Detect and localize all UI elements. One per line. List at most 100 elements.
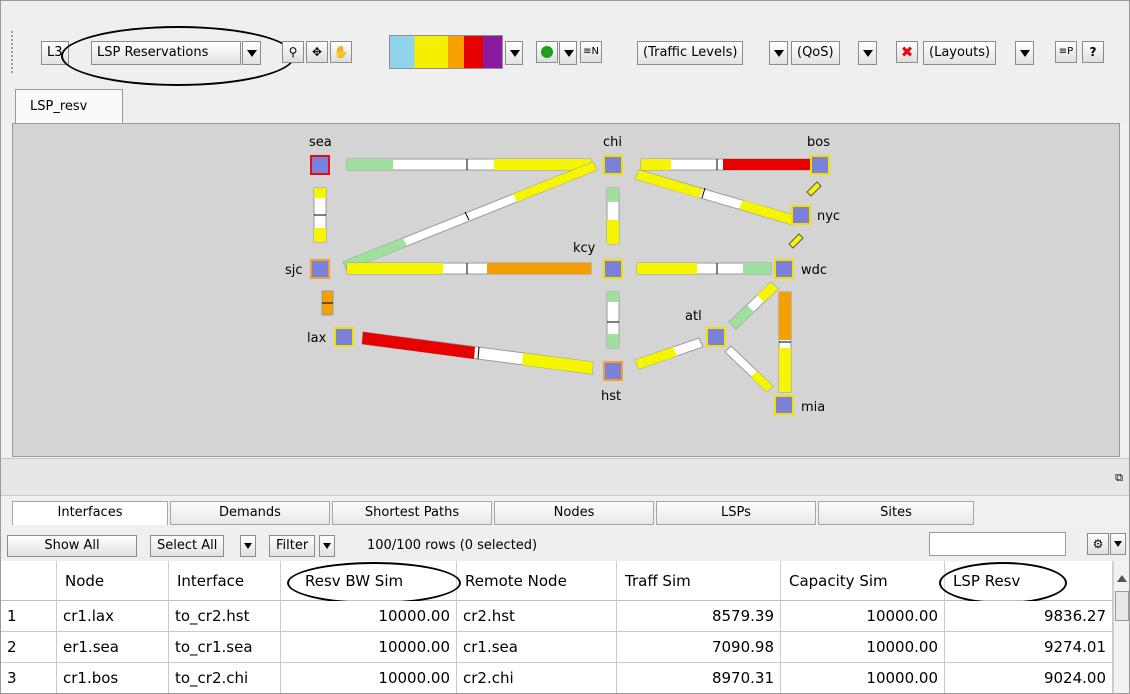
tab-sites[interactable]: Sites <box>818 501 974 525</box>
circuit-sea-sjc[interactable] <box>313 187 327 243</box>
column-header-node[interactable]: Node <box>57 561 169 601</box>
view-select-dropdown[interactable] <box>242 41 261 65</box>
table-cell-node[interactable]: cr1.lax <box>57 601 169 632</box>
tab-lsps[interactable]: LSPs <box>656 501 816 525</box>
circuit-sjc-lax[interactable] <box>321 290 334 316</box>
node-nyc[interactable]: nyc <box>791 205 840 225</box>
parameters-icon[interactable]: ≡P <box>1055 41 1077 63</box>
column-header-capacity-sim[interactable]: Capacity Sim <box>781 561 945 601</box>
table-cell-traff-sim[interactable]: 7090.98 <box>617 632 781 663</box>
panel-splitter[interactable]: ⧉ <box>1 458 1129 496</box>
circuit-kcy-wdc[interactable] <box>636 262 772 275</box>
tab-shortest-paths[interactable]: Shortest Paths <box>332 501 492 525</box>
network-map-svg: sea chi bos nyc kcy sjc wdc atl lax hst … <box>285 135 840 415</box>
filter-button[interactable]: Filter <box>269 535 316 557</box>
node-lax[interactable]: lax <box>307 327 354 347</box>
node-chi[interactable]: chi <box>603 135 623 175</box>
table-scrollbar[interactable] <box>1113 561 1129 693</box>
circuit-sea-chi[interactable] <box>346 158 592 171</box>
table-cell-resv-bw-sim[interactable]: 10000.00 <box>281 632 457 663</box>
table-cell-remote-node[interactable]: cr1.sea <box>457 632 617 663</box>
table-cell-remote-node[interactable]: cr2.chi <box>457 663 617 693</box>
table-cell-traff-sim[interactable]: 8579.39 <box>617 601 781 632</box>
gear-dropdown[interactable] <box>1110 533 1126 555</box>
column-header-remote-node[interactable]: Remote Node <box>457 561 617 601</box>
delete-icon[interactable]: ✖ <box>896 41 918 63</box>
scroll-thumb[interactable] <box>1115 591 1129 621</box>
color-scale-icon[interactable] <box>389 35 503 69</box>
row-number-header <box>1 561 57 601</box>
layouts-dropdown[interactable] <box>1015 41 1034 65</box>
circuit-bos-nyc[interactable] <box>806 181 822 197</box>
table-cell-node[interactable]: cr1.bos <box>57 663 169 693</box>
layouts-select[interactable]: (Layouts) <box>923 41 997 65</box>
search-input[interactable] <box>929 532 1066 556</box>
circuit-nyc-wdc[interactable] <box>788 233 804 249</box>
table-cell-capacity-sim[interactable]: 10000.00 <box>781 632 945 663</box>
color-scale-dropdown[interactable] <box>505 41 523 65</box>
svg-text:lax: lax <box>307 331 327 346</box>
column-header-interface[interactable]: Interface <box>169 561 281 601</box>
filter-dropdown[interactable] <box>319 535 335 557</box>
tab-demands[interactable]: Demands <box>170 501 330 525</box>
table-cell-resv-bw-sim[interactable]: 10000.00 <box>281 663 457 693</box>
table-cell-interface[interactable]: to_cr2.chi <box>169 663 281 693</box>
layer-button[interactable]: L3 <box>41 41 69 65</box>
table-cell-traff-sim[interactable]: 8970.31 <box>617 663 781 693</box>
restore-icon[interactable]: ⧉ <box>1115 471 1123 485</box>
table-cell-lsp-resv[interactable]: 9024.00 <box>945 663 1113 693</box>
fit-view-icon[interactable]: ✥ <box>306 41 328 63</box>
pan-hand-icon[interactable]: ✋ <box>330 41 352 63</box>
node-hst[interactable]: hst <box>601 361 623 404</box>
qos-select[interactable]: (QoS) <box>791 41 840 65</box>
simulate-play-icon[interactable] <box>536 41 558 63</box>
view-select[interactable]: LSP Reservations <box>91 41 241 65</box>
select-all-dropdown[interactable] <box>240 535 256 557</box>
table-cell-interface[interactable]: to_cr1.sea <box>169 632 281 663</box>
table-cell-node[interactable]: er1.sea <box>57 632 169 663</box>
gear-icon[interactable]: ⚙ <box>1087 533 1109 555</box>
table-cell-interface[interactable]: to_cr2.hst <box>169 601 281 632</box>
column-header-lsp-resv[interactable]: LSP Resv <box>945 561 1113 601</box>
circuit-wdc-mia[interactable] <box>778 291 792 393</box>
scroll-up-icon[interactable] <box>1117 575 1127 582</box>
node-wdc[interactable]: wdc <box>774 259 827 279</box>
show-all-button[interactable]: Show All <box>7 535 137 557</box>
table-cell-capacity-sim[interactable]: 10000.00 <box>781 601 945 632</box>
circuit-chi-kcy[interactable] <box>606 187 620 245</box>
zoom-icon[interactable]: ⚲ <box>282 41 304 63</box>
tab-lsp-resv[interactable]: LSP_resv <box>15 89 123 123</box>
node-mia[interactable]: mia <box>774 395 825 415</box>
help-icon[interactable]: ? <box>1082 41 1104 63</box>
circuit-atl-wdc[interactable] <box>728 281 779 330</box>
node-sea[interactable]: sea <box>309 135 332 175</box>
row-number: 2 <box>1 632 57 663</box>
network-map[interactable]: sea chi bos nyc kcy sjc wdc atl lax hst … <box>12 123 1120 457</box>
circuit-lax-hst[interactable] <box>361 331 594 375</box>
table-cell-capacity-sim[interactable]: 10000.00 <box>781 663 945 693</box>
circuit-hst-atl[interactable] <box>634 337 704 370</box>
tab-interfaces[interactable]: Interfaces <box>12 501 168 525</box>
circuit-chi-bos[interactable] <box>640 158 812 171</box>
table-cell-lsp-resv[interactable]: 9836.27 <box>945 601 1113 632</box>
select-all-button[interactable]: Select All <box>150 535 225 557</box>
tab-nodes[interactable]: Nodes <box>494 501 654 525</box>
table-cell-remote-node[interactable]: cr2.hst <box>457 601 617 632</box>
node-sjc[interactable]: sjc <box>285 259 330 279</box>
table-cell-lsp-resv[interactable]: 9274.01 <box>945 632 1113 663</box>
edit-nodes-icon[interactable]: ≡N <box>580 41 602 63</box>
circuit-sjc-chi[interactable] <box>342 161 598 271</box>
circuit-sjc-kcy[interactable] <box>346 262 592 275</box>
circuit-kcy-hst[interactable] <box>606 291 620 349</box>
traffic-levels-dropdown[interactable] <box>769 41 788 65</box>
table-cell-resv-bw-sim[interactable]: 10000.00 <box>281 601 457 632</box>
column-header-traff-sim[interactable]: Traff Sim <box>617 561 781 601</box>
qos-dropdown[interactable] <box>858 41 877 65</box>
column-header-resv-bw-sim[interactable]: Resv BW Sim <box>281 561 457 601</box>
circuit-chi-nyc[interactable] <box>634 169 798 226</box>
toolbar-grip[interactable] <box>11 31 16 73</box>
simulate-dropdown[interactable] <box>559 41 577 65</box>
traffic-levels-select[interactable]: (Traffic Levels) <box>637 41 744 65</box>
node-bos[interactable]: bos <box>807 135 830 175</box>
circuit-atl-mia[interactable] <box>724 345 774 393</box>
